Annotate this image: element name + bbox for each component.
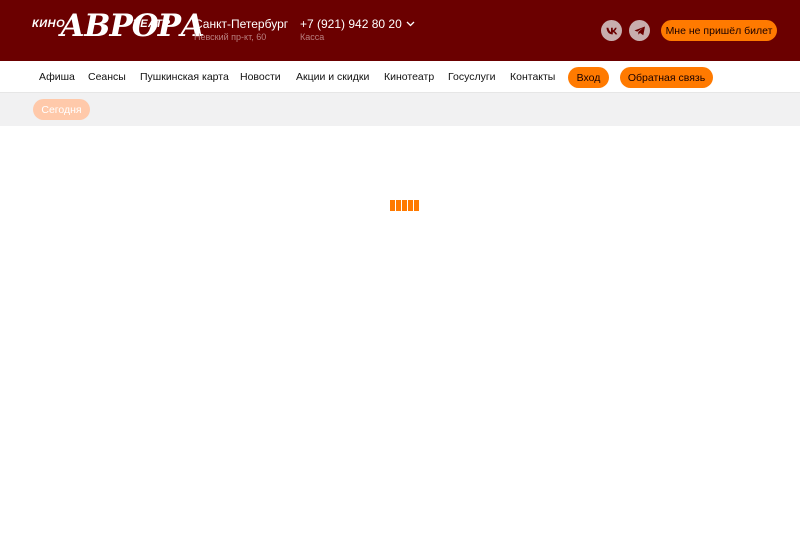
nav-item-pushkin-card[interactable]: Пушкинская карта	[140, 61, 229, 93]
loading-spinner-icon	[390, 200, 420, 211]
nav-item-contacts[interactable]: Контакты	[510, 61, 555, 93]
vk-icon[interactable]	[601, 20, 622, 41]
nav-item-afisha[interactable]: Афиша	[39, 61, 75, 93]
ticket-not-received-button[interactable]: Мне не пришёл билет	[661, 20, 777, 41]
phone-number: +7 (921) 942 80 20	[300, 17, 402, 31]
logo[interactable]: КИНО АВРОРА ТЕАТР	[30, 8, 205, 50]
nav-item-seansy[interactable]: Сеансы	[88, 61, 126, 93]
today-date-pill[interactable]: Сегодня	[33, 99, 90, 120]
loader-bar	[396, 200, 401, 211]
loader-bar	[390, 200, 395, 211]
loader-bar	[408, 200, 413, 211]
login-button[interactable]: Вход	[568, 67, 609, 88]
loader-bar	[414, 200, 419, 211]
city-selector[interactable]: Санкт-Петербург Невский пр-кт, 60	[194, 17, 288, 44]
nav-item-news[interactable]: Новости	[240, 61, 281, 93]
site-header: КИНО АВРОРА ТЕАТР Санкт-Петербург Невски…	[0, 0, 800, 61]
telegram-icon[interactable]	[629, 20, 650, 41]
cinema-address: Невский пр-кт, 60	[194, 32, 267, 42]
chevron-down-icon[interactable]	[406, 21, 415, 27]
city-name: Санкт-Петербург	[194, 17, 289, 31]
phone-label: Касса	[300, 32, 325, 42]
main-nav: Афиша Сеансы Пушкинская карта Новости Ак…	[0, 61, 800, 93]
loader-bar	[402, 200, 407, 211]
nav-item-gosuslugi[interactable]: Госуслуги	[448, 61, 496, 93]
nav-item-promotions[interactable]: Акции и скидки	[296, 61, 369, 93]
date-selector-bar: Сегодня	[0, 93, 800, 126]
logo-teatr-text: ТЕАТР	[133, 18, 171, 30]
phone-block[interactable]: +7 (921) 942 80 20 Касса	[300, 17, 415, 44]
nav-item-cinema[interactable]: Кинотеатр	[384, 61, 434, 93]
feedback-button[interactable]: Обратная связь	[620, 67, 713, 88]
